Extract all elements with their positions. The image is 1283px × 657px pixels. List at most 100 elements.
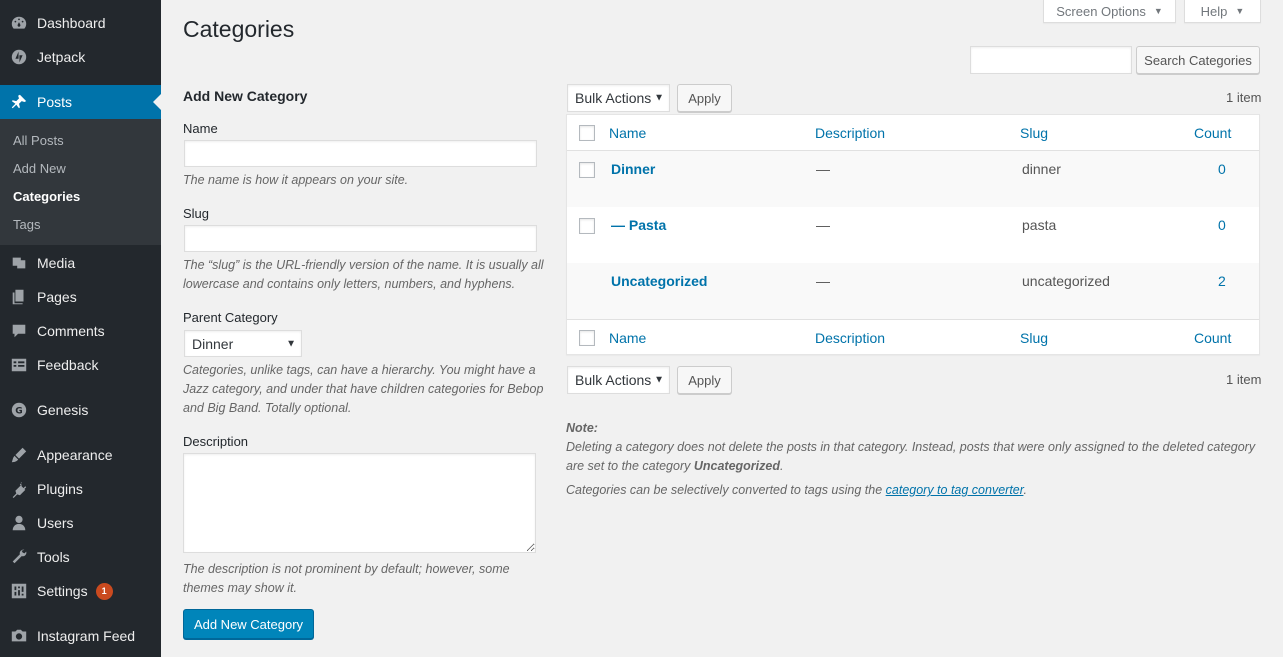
menu-label: Instagram Feed	[37, 628, 136, 644]
genesis-icon: G	[1, 401, 37, 419]
menu-item-users[interactable]: Users	[0, 506, 161, 540]
pushpin-icon	[1, 93, 37, 111]
column-footer-name[interactable]: Name	[609, 330, 646, 346]
apply-button-top[interactable]: Apply	[677, 84, 732, 112]
column-header-description[interactable]: Description	[815, 125, 885, 141]
items-count-top: 1 item	[1226, 90, 1262, 105]
table-row: — Pasta — pasta 0	[567, 207, 1259, 263]
menu-item-instagram-feed[interactable]: Instagram Feed	[0, 619, 161, 653]
submenu-add-new[interactable]: Add New	[13, 161, 66, 176]
category-name-link[interactable]: Dinner	[611, 161, 655, 177]
category-name-link[interactable]: Uncategorized	[611, 273, 707, 289]
category-slug: pasta	[1022, 217, 1057, 233]
svg-text:G: G	[15, 407, 22, 417]
menu-item-dashboard[interactable]: Dashboard	[0, 6, 161, 40]
menu-item-appearance[interactable]: Appearance	[0, 438, 161, 472]
table-header-row: Name Description Slug Count	[567, 115, 1259, 151]
note-text: Categories can be selectively converted …	[566, 483, 886, 497]
row-checkbox[interactable]	[579, 218, 595, 234]
note-paragraph-1: Deleting a category does not delete the …	[566, 438, 1266, 476]
submenu-all-posts[interactable]: All Posts	[13, 133, 64, 148]
category-name-link[interactable]: — Pasta	[611, 217, 666, 233]
page-title: Categories	[183, 16, 295, 42]
category-count-link[interactable]: 0	[1218, 161, 1226, 177]
name-label: Name	[183, 121, 218, 136]
table-row: Dinner — dinner 0	[567, 151, 1259, 207]
menu-item-tools[interactable]: Tools	[0, 540, 161, 574]
category-description: —	[816, 273, 830, 289]
caret-down-icon: ▼	[654, 92, 664, 104]
category-search-input[interactable]	[970, 46, 1132, 74]
menu-label: Settings	[37, 583, 88, 599]
menu-item-plugins[interactable]: Plugins	[0, 472, 161, 506]
menu-item-posts[interactable]: Posts	[0, 85, 161, 119]
tools-icon	[1, 548, 37, 566]
caret-down-icon: ▼	[654, 374, 664, 386]
admin-sidebar: Dashboard Jetpack Posts All Posts Add Ne…	[0, 0, 161, 657]
note-text: .	[780, 459, 784, 473]
column-header-slug[interactable]: Slug	[1020, 125, 1048, 141]
note-paragraph-2: Categories can be selectively converted …	[566, 481, 1266, 500]
bulk-actions-select-bottom[interactable]: Bulk Actions ▼	[567, 366, 670, 394]
category-count-link[interactable]: 2	[1218, 273, 1226, 289]
menu-item-pages[interactable]: Pages	[0, 280, 161, 314]
menu-label: Genesis	[37, 402, 89, 418]
appearance-icon	[1, 446, 37, 464]
camera-icon	[1, 627, 37, 645]
category-description-textarea[interactable]	[183, 453, 536, 553]
bulk-actions-value: Bulk Actions	[575, 372, 652, 388]
select-all-checkbox[interactable]	[579, 330, 595, 346]
apply-button-bottom[interactable]: Apply	[677, 366, 732, 394]
column-footer-count[interactable]: Count	[1194, 330, 1231, 346]
bulk-actions-value: Bulk Actions	[575, 90, 652, 106]
note-uncategorized: Uncategorized	[693, 459, 780, 473]
column-footer-description[interactable]: Description	[815, 330, 885, 346]
note-text: Deleting a category does not delete the …	[566, 440, 1256, 473]
add-category-heading: Add New Category	[183, 88, 308, 104]
submenu-tags[interactable]: Tags	[13, 217, 40, 232]
posts-submenu: All Posts Add New Categories Tags	[0, 119, 161, 245]
category-slug-input[interactable]	[184, 225, 537, 252]
category-tag-converter-link[interactable]: category to tag converter	[886, 483, 1024, 497]
note-text: .	[1023, 483, 1027, 497]
menu-item-jetpack[interactable]: Jetpack	[0, 40, 161, 74]
category-count-link[interactable]: 0	[1218, 217, 1226, 233]
comments-icon	[1, 322, 37, 340]
caret-down-icon: ▼	[1235, 6, 1245, 16]
screen-options-button[interactable]: Screen Options ▼	[1043, 0, 1176, 23]
category-description: —	[816, 161, 830, 177]
column-header-name[interactable]: Name	[609, 125, 646, 141]
description-label: Description	[183, 434, 249, 449]
add-new-category-button[interactable]: Add New Category	[183, 609, 314, 639]
menu-item-settings[interactable]: Settings 1	[0, 574, 161, 608]
menu-label: Appearance	[37, 447, 113, 463]
category-description: —	[816, 217, 830, 233]
pages-icon	[1, 288, 37, 306]
parent-category-select[interactable]: Dinner ▼	[184, 330, 302, 357]
help-button[interactable]: Help ▼	[1184, 0, 1261, 23]
select-all-checkbox[interactable]	[579, 125, 595, 141]
column-footer-slug[interactable]: Slug	[1020, 330, 1048, 346]
menu-item-genesis[interactable]: G Genesis	[0, 393, 161, 427]
bulk-actions-select-top[interactable]: Bulk Actions ▼	[567, 84, 670, 112]
menu-label: Media	[37, 255, 76, 271]
menu-item-media[interactable]: Media	[0, 246, 161, 280]
menu-label: Comments	[37, 323, 105, 339]
row-checkbox[interactable]	[579, 162, 595, 178]
categories-table: Name Description Slug Count Dinner — din…	[566, 114, 1260, 355]
parent-help-text: Categories, unlike tags, can have a hier…	[183, 363, 544, 415]
caret-down-icon: ▼	[286, 338, 296, 349]
jetpack-icon	[1, 48, 37, 66]
update-count-badge: 1	[95, 582, 113, 600]
column-header-count[interactable]: Count	[1194, 125, 1231, 141]
menu-item-feedback[interactable]: Feedback	[0, 348, 161, 382]
menu-item-comments[interactable]: Comments	[0, 314, 161, 348]
parent-category-label: Parent Category	[183, 310, 278, 325]
submenu-categories[interactable]: Categories	[13, 189, 80, 204]
slug-help-text: The “slug” is the URL-friendly version o…	[183, 258, 544, 291]
category-name-input[interactable]	[184, 140, 537, 167]
screen-options-label: Screen Options	[1056, 3, 1146, 19]
menu-label: Tools	[37, 549, 70, 565]
search-categories-button[interactable]: Search Categories	[1136, 46, 1260, 74]
note-title: Note:	[566, 421, 598, 435]
